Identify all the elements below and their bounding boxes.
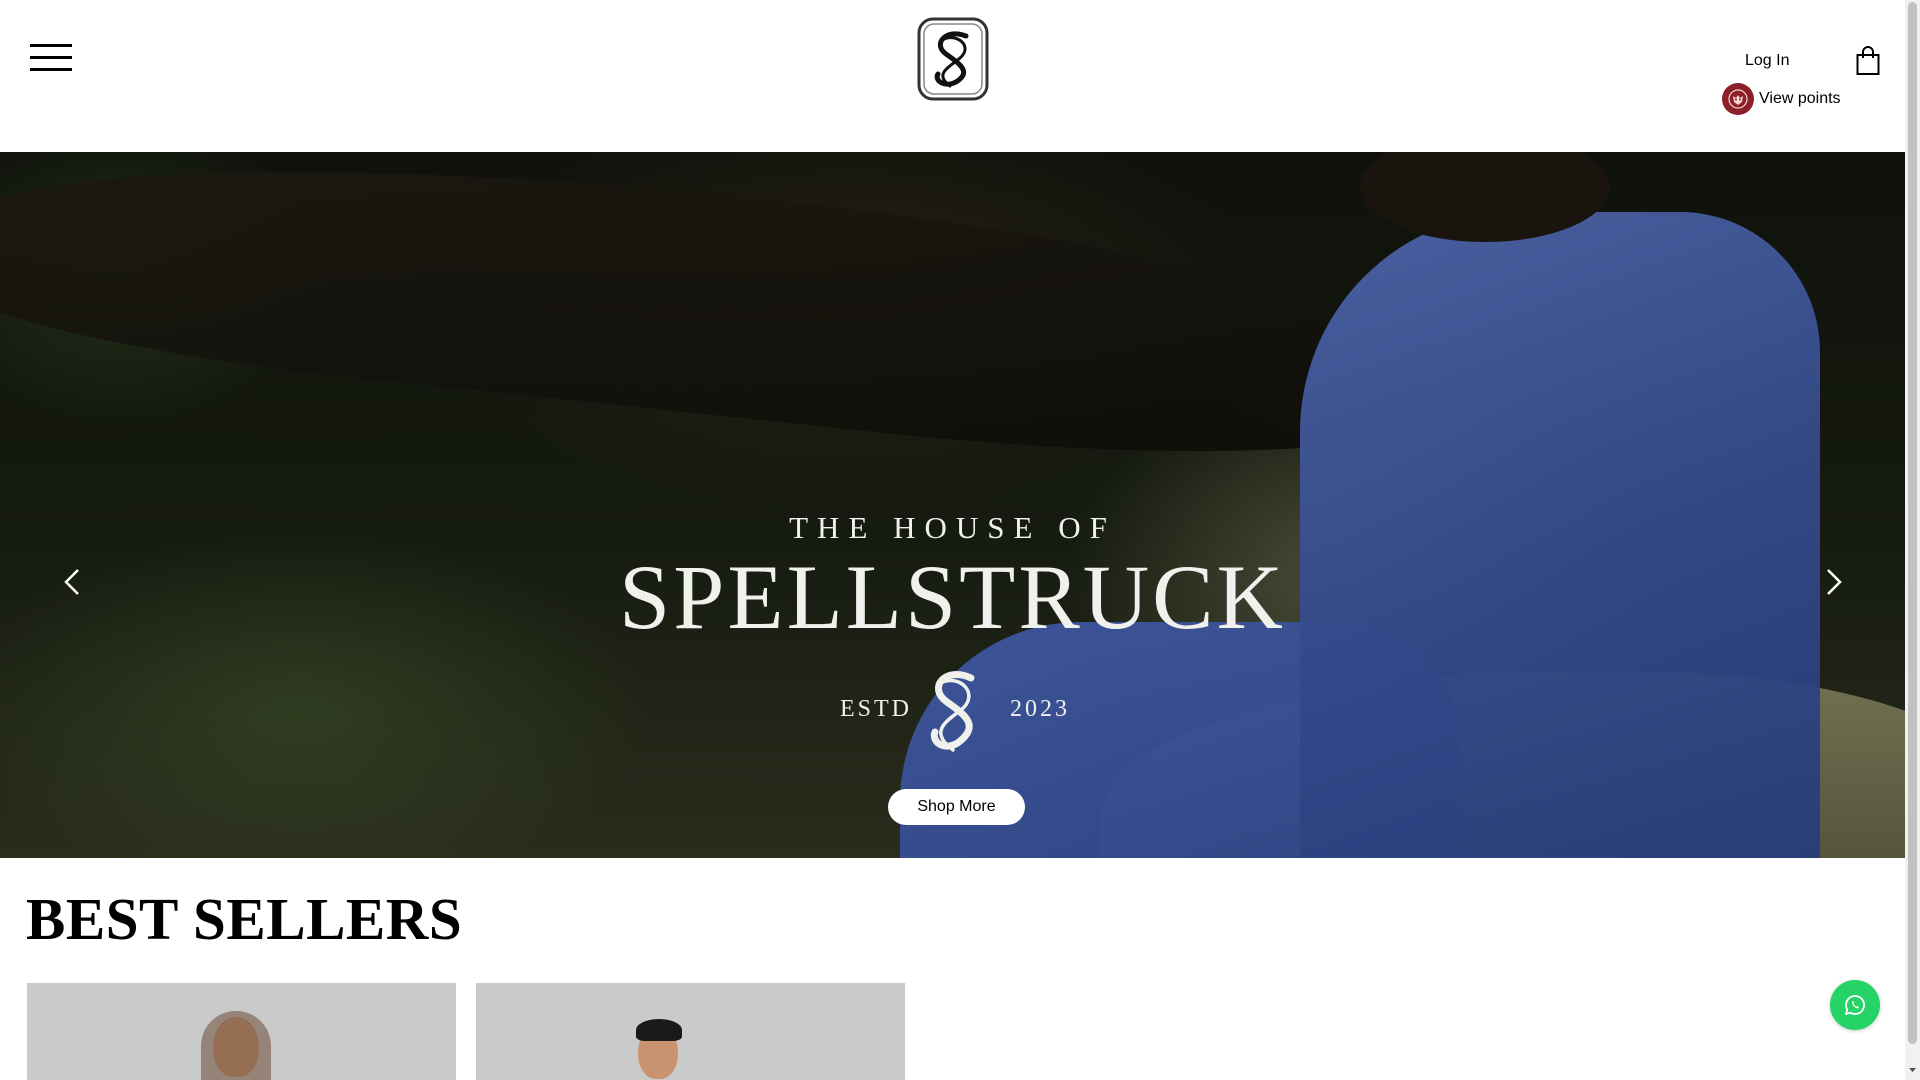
view-points-button[interactable]: View points	[1722, 82, 1841, 116]
page-scrollbar[interactable]	[1905, 0, 1920, 1080]
product-image-hair	[201, 1011, 271, 1080]
scrollbar-thumb[interactable]	[1908, 2, 1917, 1044]
chevron-right-icon[interactable]	[1818, 564, 1848, 600]
hero-estd-label: ESTD	[840, 696, 912, 722]
scroll-down-icon[interactable]	[1908, 1064, 1917, 1076]
hero-estd-year: 2023	[1010, 696, 1070, 722]
hero-monogram-logo	[930, 671, 975, 752]
page: Log In View points THE HOUSE OF SPELLSTR…	[0, 0, 1905, 1080]
site-header: Log In View points	[0, 0, 1905, 152]
spellstruck-logo[interactable]	[916, 16, 990, 102]
hero-slideshow[interactable]: THE HOUSE OF SPELLSTRUCK ESTD 2023 Shop …	[0, 152, 1905, 858]
shopping-bag-icon[interactable]	[1856, 46, 1880, 76]
product-card[interactable]	[476, 983, 905, 1080]
shop-more-button[interactable]: Shop More	[888, 789, 1025, 825]
view-points-label: View points	[1759, 90, 1841, 107]
whatsapp-chat-button[interactable]	[1830, 980, 1880, 1030]
product-image-hair	[636, 1019, 682, 1041]
chevron-left-icon[interactable]	[58, 564, 88, 600]
whatsapp-icon	[1845, 995, 1865, 1015]
product-card[interactable]	[27, 983, 456, 1080]
hero-brand-title: SPELLSTRUCK	[619, 546, 1286, 648]
tiger-badge-icon	[1722, 83, 1754, 115]
hero-tagline: THE HOUSE OF	[789, 510, 1116, 545]
best-sellers-heading: BEST SELLERS	[26, 886, 463, 952]
login-link[interactable]: Log In	[1745, 52, 1789, 70]
hero-bg-branch	[0, 152, 1448, 490]
hamburger-menu-icon[interactable]	[30, 44, 72, 74]
